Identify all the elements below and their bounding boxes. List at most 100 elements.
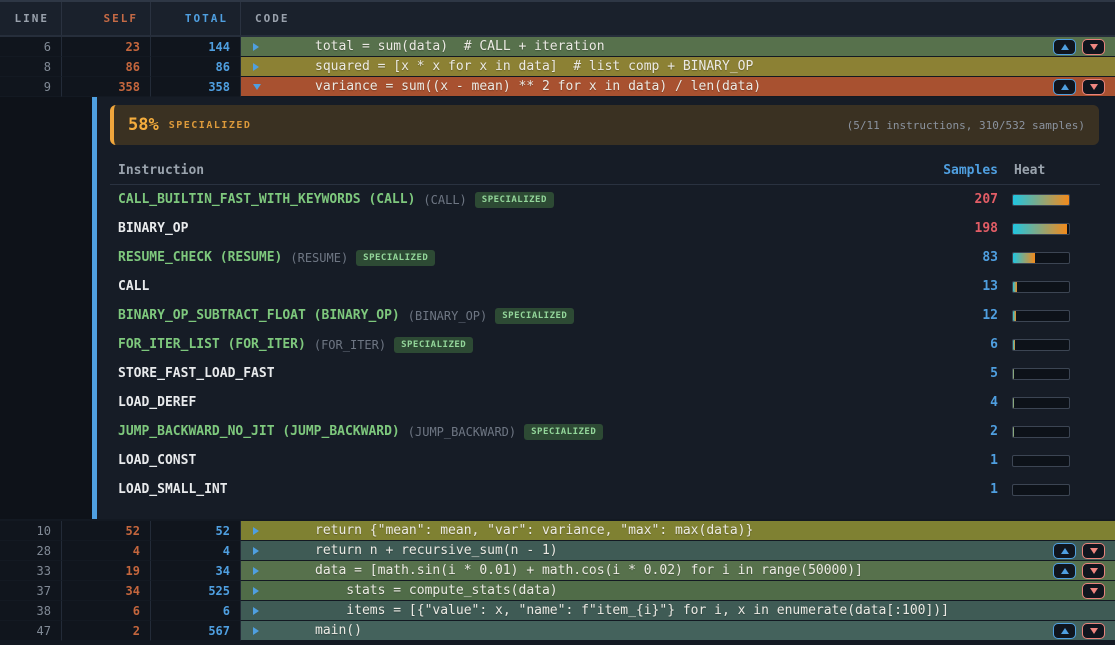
code-cell[interactable]: return {"mean": mean, "var": variance, "… xyxy=(241,521,1115,541)
code-line-row[interactable]: 8 86 86 squared = [x * x for x in data] … xyxy=(0,57,1115,77)
jump-down-button[interactable] xyxy=(1082,543,1105,559)
heat-bar xyxy=(1012,223,1070,235)
specialized-badge: SPECIALIZED xyxy=(356,250,435,266)
jump-up-button[interactable] xyxy=(1053,543,1076,559)
instruction-name: CALL_BUILTIN_FAST_WITH_KEYWORDS (CALL) xyxy=(118,192,415,207)
self-samples: 2 xyxy=(62,621,151,641)
instruction-samples: 207 xyxy=(918,192,998,207)
heat-bar xyxy=(1012,281,1070,293)
total-samples: 86 xyxy=(151,57,241,77)
jump-up-button[interactable] xyxy=(1053,79,1076,95)
jump-down-button[interactable] xyxy=(1082,623,1105,639)
instruction-samples: 6 xyxy=(918,337,998,352)
jump-down-button[interactable] xyxy=(1082,563,1105,579)
code-line-row[interactable]: 33 19 34 data = [math.sin(i * 0.01) + ma… xyxy=(0,561,1115,581)
instruction-table-header: Instruction Samples Heat xyxy=(110,157,1100,185)
specialized-badge: SPECIALIZED xyxy=(495,308,574,324)
code-line-row[interactable]: 37 34 525 stats = compute_stats(data) xyxy=(0,581,1115,601)
code-line-row[interactable]: 38 6 6 items = [{"value": x, "name": f"i… xyxy=(0,601,1115,621)
bottom-code-rows: 10 52 52 return {"mean": mean, "var": va… xyxy=(0,521,1115,641)
heat-bar-fill xyxy=(1013,369,1014,379)
code-cell[interactable]: variance = sum((x - mean) ** 2 for x in … xyxy=(241,77,1115,97)
code-cell[interactable]: main() xyxy=(241,621,1115,641)
instruction-column-header[interactable]: Instruction xyxy=(118,163,918,178)
specialized-badge: SPECIALIZED xyxy=(394,337,473,353)
expand-arrow-icon[interactable] xyxy=(253,43,259,51)
self-samples: 52 xyxy=(62,521,151,541)
code-cell[interactable]: squared = [x * x for x in data] # list c… xyxy=(241,57,1115,77)
code-cell[interactable]: total = sum(data) # CALL + iteration xyxy=(241,37,1115,57)
instruction-base-name: (RESUME) xyxy=(290,251,348,265)
heat-column-header[interactable]: Heat xyxy=(1012,163,1070,178)
expand-arrow-icon[interactable] xyxy=(253,84,261,90)
heat-bar xyxy=(1012,252,1070,264)
self-samples: 4 xyxy=(62,541,151,561)
column-header-self[interactable]: SELF xyxy=(62,2,151,35)
jump-up-button[interactable] xyxy=(1053,623,1076,639)
expand-arrow-icon[interactable] xyxy=(253,547,259,555)
instruction-name-group: LOAD_SMALL_INT xyxy=(118,482,918,497)
self-samples: 6 xyxy=(62,601,151,621)
instruction-name-group: CALL_BUILTIN_FAST_WITH_KEYWORDS (CALL) (… xyxy=(118,192,918,208)
instruction-base-name: (JUMP_BACKWARD) xyxy=(408,425,516,439)
instruction-name: FOR_ITER_LIST (FOR_ITER) xyxy=(118,337,306,352)
self-samples: 19 xyxy=(62,561,151,581)
column-header-total[interactable]: TOTAL xyxy=(151,2,241,35)
code-line-row[interactable]: 6 23 144 total = sum(data) # CALL + iter… xyxy=(0,37,1115,57)
heat-bar-fill xyxy=(1013,427,1014,437)
jump-down-button[interactable] xyxy=(1082,79,1105,95)
expand-arrow-icon[interactable] xyxy=(253,627,259,635)
code-cell[interactable]: stats = compute_stats(data) xyxy=(241,581,1115,601)
expand-arrow-icon[interactable] xyxy=(253,63,259,71)
column-header-line[interactable]: LINE xyxy=(0,2,62,35)
column-header-code[interactable]: CODE xyxy=(241,2,1115,35)
samples-column-header[interactable]: Samples xyxy=(918,163,998,178)
heat-bar xyxy=(1012,368,1070,380)
instruction-row: STORE_FAST_LOAD_FAST 5 xyxy=(110,359,1100,388)
jump-down-button[interactable] xyxy=(1082,39,1105,55)
code-line-row[interactable]: 28 4 4 return n + recursive_sum(n - 1) xyxy=(0,541,1115,561)
code-line-row[interactable]: 9 358 358 variance = sum((x - mean) ** 2… xyxy=(0,77,1115,97)
code-cell[interactable]: items = [{"value": x, "name": f"item_{i}… xyxy=(241,601,1115,621)
instruction-row: BINARY_OP 198 xyxy=(110,214,1100,243)
code-line-row[interactable]: 47 2 567 main() xyxy=(0,621,1115,641)
expand-arrow-icon[interactable] xyxy=(253,527,259,535)
instruction-base-name: (BINARY_OP) xyxy=(408,309,487,323)
up-arrow-icon xyxy=(1061,84,1069,90)
up-arrow-icon xyxy=(1061,568,1069,574)
code-cell[interactable]: return n + recursive_sum(n - 1) xyxy=(241,541,1115,561)
expand-arrow-icon[interactable] xyxy=(253,607,259,615)
code-line-row[interactable]: 10 52 52 return {"mean": mean, "var": va… xyxy=(0,521,1115,541)
line-number: 33 xyxy=(0,561,62,581)
row-nav-buttons xyxy=(1053,39,1105,55)
self-samples: 86 xyxy=(62,57,151,77)
heat-bar-fill xyxy=(1013,224,1067,234)
code-text: variance = sum((x - mean) ** 2 for x in … xyxy=(241,79,761,94)
down-arrow-icon xyxy=(1090,84,1098,90)
instruction-name-group: RESUME_CHECK (RESUME) (RESUME) SPECIALIZ… xyxy=(118,250,918,266)
jump-up-button[interactable] xyxy=(1053,563,1076,579)
instruction-name: LOAD_CONST xyxy=(118,453,196,468)
instruction-name-group: STORE_FAST_LOAD_FAST xyxy=(118,366,918,381)
instruction-row: BINARY_OP_SUBTRACT_FLOAT (BINARY_OP) (BI… xyxy=(110,301,1100,330)
instruction-name: BINARY_OP xyxy=(118,221,188,236)
heat-bar xyxy=(1012,426,1070,438)
instruction-name-group: JUMP_BACKWARD_NO_JIT (JUMP_BACKWARD) (JU… xyxy=(118,424,918,440)
expand-arrow-icon[interactable] xyxy=(253,587,259,595)
expand-arrow-icon[interactable] xyxy=(253,567,259,575)
jump-down-button[interactable] xyxy=(1082,583,1105,599)
row-nav-buttons xyxy=(1053,543,1105,559)
instruction-row: FOR_ITER_LIST (FOR_ITER) (FOR_ITER) SPEC… xyxy=(110,330,1100,359)
line-number: 9 xyxy=(0,77,62,97)
code-cell[interactable]: data = [math.sin(i * 0.01) + math.cos(i … xyxy=(241,561,1115,581)
heat-bar-fill xyxy=(1013,398,1014,408)
instruction-name-group: BINARY_OP xyxy=(118,221,918,236)
row-nav-buttons xyxy=(1082,583,1105,599)
heat-bar-fill xyxy=(1013,253,1035,263)
instruction-row: LOAD_CONST 1 xyxy=(110,446,1100,475)
down-arrow-icon xyxy=(1090,568,1098,574)
down-arrow-icon xyxy=(1090,548,1098,554)
instruction-row: LOAD_SMALL_INT 1 xyxy=(110,475,1100,504)
left-gutter xyxy=(0,97,92,519)
jump-up-button[interactable] xyxy=(1053,39,1076,55)
